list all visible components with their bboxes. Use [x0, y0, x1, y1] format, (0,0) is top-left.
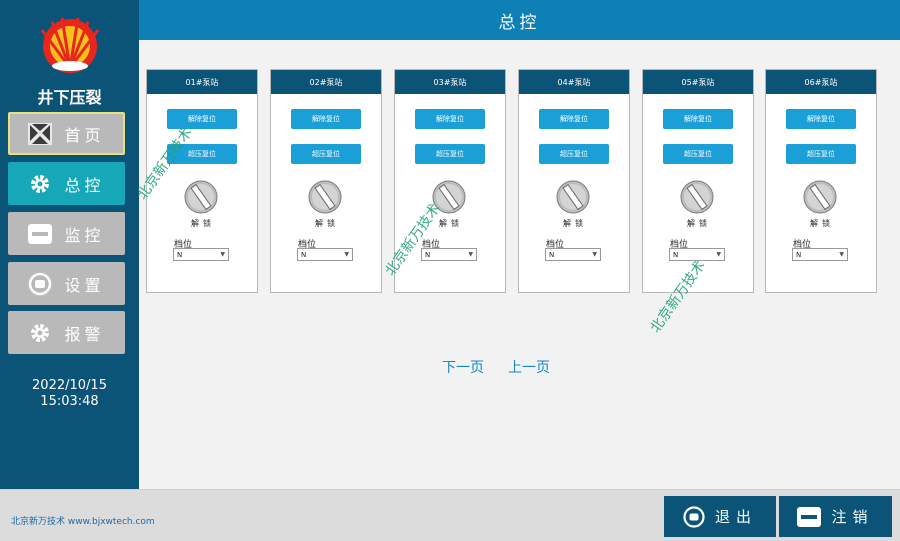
overpressure-reset-button[interactable]: 超压复位 [291, 144, 361, 164]
gear-value: N [673, 250, 679, 259]
nav-control-button[interactable]: 总控 [8, 162, 125, 205]
chevron-down-icon: ▼ [344, 251, 349, 258]
nav-settings-button[interactable]: 设置 [8, 262, 125, 305]
lock-knob-icon[interactable] [184, 180, 218, 214]
release-reset-button[interactable]: 解除复位 [291, 109, 361, 129]
station-name: 06#泵站 [804, 77, 838, 87]
nav-alarm-label: 报警 [64, 324, 105, 344]
gear-select[interactable]: N ▼ [173, 248, 229, 261]
lock-status-label: 解锁 [810, 219, 834, 228]
gear-select[interactable]: N ▼ [545, 248, 601, 261]
gear-value: N [177, 250, 183, 259]
footer: 北京新万技术 www.bjxwtech.com 退出 注销 [0, 489, 900, 541]
gear-icon [28, 321, 52, 345]
release-reset-label: 解除复位 [188, 115, 216, 123]
lock-knob-icon[interactable] [803, 180, 837, 214]
chevron-down-icon: ▼ [220, 251, 225, 258]
gear-value: N [549, 250, 555, 259]
nav-alarm-button[interactable]: 报警 [8, 311, 125, 354]
prev-page-link[interactable]: 上一页 [508, 357, 550, 377]
station-title: 05#泵站 [643, 70, 753, 94]
lock-knob-icon[interactable] [556, 180, 590, 214]
chevron-down-icon: ▼ [468, 251, 473, 258]
nav-home-button[interactable]: 首页 [8, 112, 125, 155]
overpressure-reset-button[interactable]: 超压复位 [786, 144, 856, 164]
station-card-4: 04#泵站 解除复位 超压复位 解锁 档位 N ▼ [518, 69, 630, 293]
gear-select[interactable]: N ▼ [297, 248, 353, 261]
next-page-link[interactable]: 下一页 [442, 357, 484, 377]
nav-monitor-label: 监控 [64, 225, 105, 245]
release-reset-button[interactable]: 解除复位 [415, 109, 485, 129]
home-icon [28, 122, 53, 146]
nav-control-label: 总控 [64, 175, 105, 195]
company-logo [40, 17, 100, 73]
station-title: 06#泵站 [766, 70, 876, 94]
lock-knob-icon[interactable] [308, 180, 342, 214]
gear-value: N [301, 250, 307, 259]
overpressure-reset-label: 超压复位 [188, 150, 216, 158]
station-title: 04#泵站 [519, 70, 629, 94]
overpressure-reset-button[interactable]: 超压复位 [663, 144, 733, 164]
lock-knob-icon[interactable] [680, 180, 714, 214]
station-title: 01#泵站 [147, 70, 257, 94]
overpressure-reset-label: 超压复位 [684, 150, 712, 158]
nav-monitor-button[interactable]: 监控 [8, 212, 125, 255]
exit-icon [683, 505, 705, 528]
lock-status-label: 解锁 [563, 219, 587, 228]
release-reset-label: 解除复位 [312, 115, 340, 123]
clock-time: 15:03:48 [40, 394, 99, 409]
overpressure-reset-button[interactable]: 超压复位 [539, 144, 609, 164]
gear-select[interactable]: N ▼ [792, 248, 848, 261]
exit-button[interactable]: 退出 [664, 496, 776, 537]
chevron-down-icon: ▼ [716, 251, 721, 258]
footer-company: 北京新万技术 www.bjxwtech.com [11, 517, 155, 527]
nav-home-label: 首页 [64, 125, 105, 145]
station-card-2: 02#泵站 解除复位 超压复位 解锁 档位 N ▼ [270, 69, 382, 293]
release-reset-button[interactable]: 解除复位 [663, 109, 733, 129]
overpressure-reset-label: 超压复位 [560, 150, 588, 158]
station-name: 05#泵站 [681, 77, 715, 87]
overpressure-reset-button[interactable]: 超压复位 [415, 144, 485, 164]
release-reset-label: 解除复位 [807, 115, 835, 123]
lock-status-label: 解锁 [191, 219, 215, 228]
station-title: 03#泵站 [395, 70, 505, 94]
logout-button[interactable]: 注销 [779, 496, 892, 537]
station-title: 02#泵站 [271, 70, 381, 94]
release-reset-label: 解除复位 [436, 115, 464, 123]
overpressure-reset-label: 超压复位 [312, 150, 340, 158]
settings-circle-icon [28, 272, 52, 296]
release-reset-button[interactable]: 解除复位 [786, 109, 856, 129]
minus-box-icon [797, 506, 822, 527]
release-reset-button[interactable]: 解除复位 [539, 109, 609, 129]
station-name: 01#泵站 [185, 77, 219, 87]
gear-value: N [796, 250, 802, 259]
lock-status-label: 解锁 [687, 219, 711, 228]
station-card-3: 03#泵站 解除复位 超压复位 解锁 档位 N ▼ [394, 69, 506, 293]
lock-status-label: 解锁 [315, 219, 339, 228]
page-header: 总控 [139, 0, 900, 40]
release-reset-label: 解除复位 [684, 115, 712, 123]
page-title: 总控 [498, 12, 541, 33]
gear-icon [28, 172, 52, 196]
logout-label: 注销 [831, 508, 874, 526]
minus-box-icon [28, 222, 53, 246]
station-name: 02#泵站 [309, 77, 343, 87]
station-card-6: 06#泵站 解除复位 超压复位 解锁 档位 N ▼ [765, 69, 877, 293]
station-name: 04#泵站 [557, 77, 591, 87]
nav-settings-label: 设置 [64, 275, 105, 295]
overpressure-reset-label: 超压复位 [807, 150, 835, 158]
sidebar: 井下压裂 首页 总控 监控 设置 报警 2022/10/15 15:03:48 [0, 0, 139, 489]
gear-value: N [425, 250, 431, 259]
exit-label: 退出 [714, 508, 757, 526]
clock-date: 2022/10/15 [32, 378, 107, 393]
chevron-down-icon: ▼ [839, 251, 844, 258]
chevron-down-icon: ▼ [592, 251, 597, 258]
release-reset-label: 解除复位 [560, 115, 588, 123]
overpressure-reset-label: 超压复位 [436, 150, 464, 158]
gear-select[interactable]: N ▼ [421, 248, 477, 261]
station-name: 03#泵站 [433, 77, 467, 87]
app-title: 井下压裂 [37, 88, 102, 107]
